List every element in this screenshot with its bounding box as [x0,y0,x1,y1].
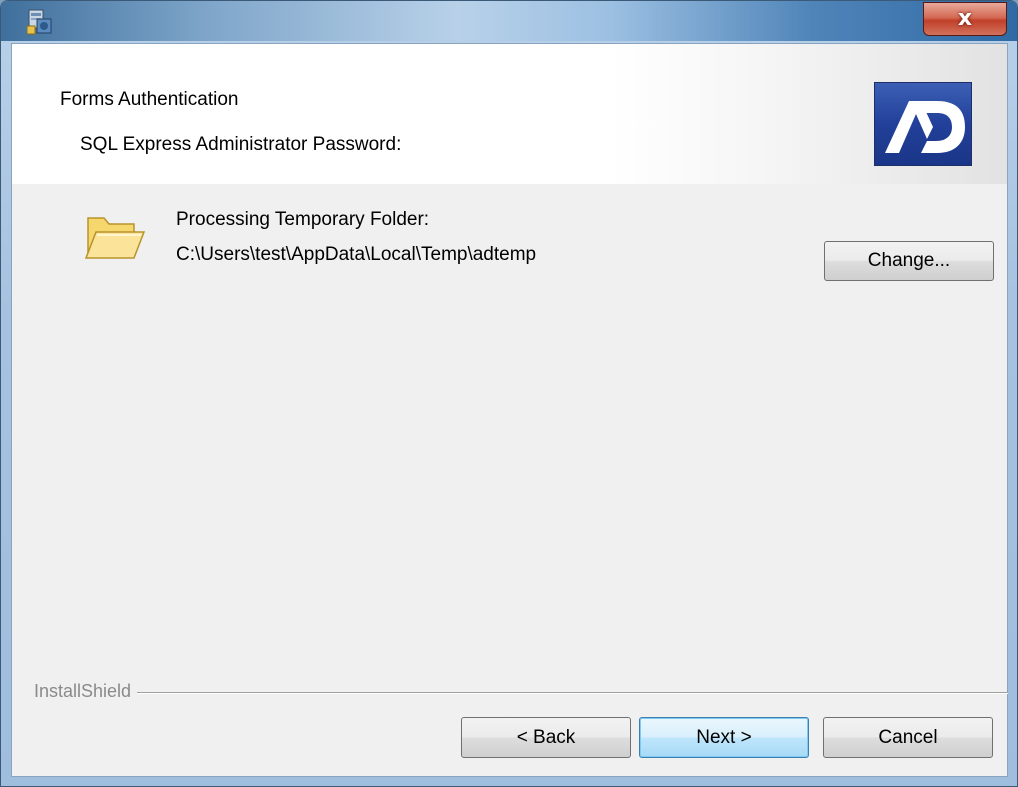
close-icon: x [957,6,973,31]
next-button[interactable]: Next > [639,717,809,758]
close-button[interactable]: x [923,2,1007,36]
ad-logo-text: AD [875,83,877,84]
ad-logo-mark: AD [875,83,965,153]
installshield-label: InstallShield [34,681,138,702]
folder-label: Processing Temporary Folder: [176,209,430,230]
back-button[interactable]: < Back [461,717,631,758]
change-button[interactable]: Change... [824,241,994,281]
footer-divider [34,692,1008,694]
installer-window: x Forms Authentication SQL Express Admin… [0,0,1018,787]
header-banner: Forms Authentication SQL Express Adminis… [12,44,1007,184]
folder-path: C:\Users\test\AppData\Local\Temp\adtemp [176,244,537,265]
banner-title: Forms Authentication [60,89,239,110]
cancel-button[interactable]: Cancel [823,717,993,758]
installer-icon[interactable] [27,7,53,35]
banner-subtitle: SQL Express Administrator Password: [80,134,402,155]
folder-icon [84,217,146,259]
ad-logo: AD [874,82,972,166]
title-bar[interactable]: x [1,1,1017,41]
dialog-body: Forms Authentication SQL Express Adminis… [11,43,1008,777]
